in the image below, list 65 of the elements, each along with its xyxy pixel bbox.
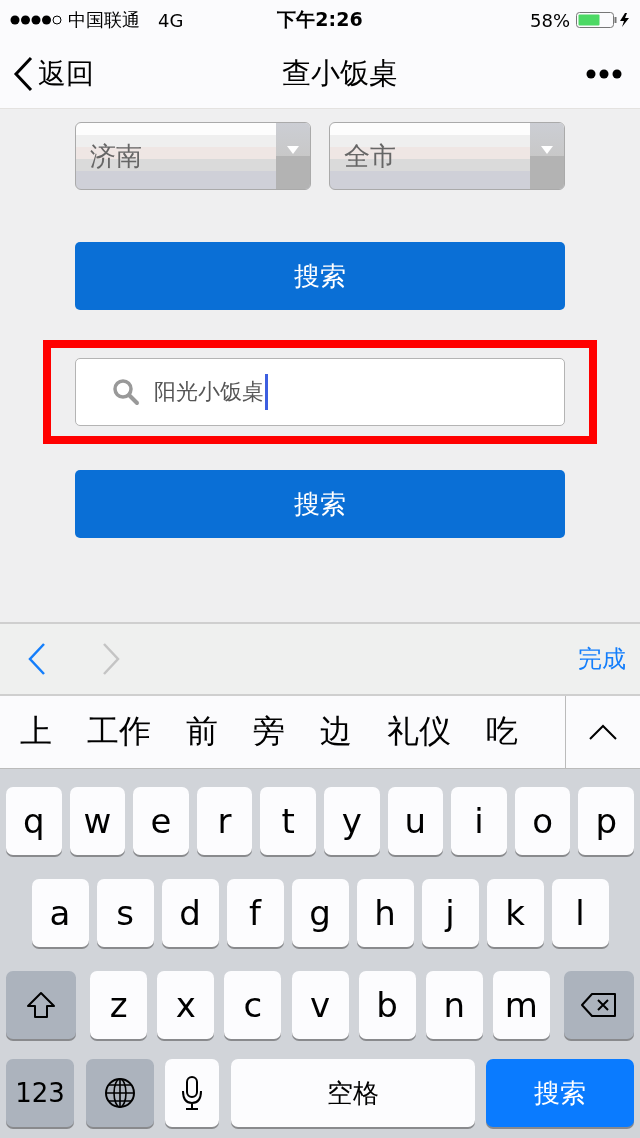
next-field-icon[interactable]	[100, 642, 122, 676]
letter-key[interactable]: i	[451, 787, 507, 855]
dictation-key[interactable]	[165, 1059, 219, 1127]
microphone-icon	[181, 1075, 203, 1111]
letter-key[interactable]: j	[421, 879, 479, 947]
letter-key[interactable]: n	[425, 971, 483, 1039]
candidate-word[interactable]: 上	[20, 710, 52, 754]
chevron-left-icon	[12, 56, 34, 92]
letter-key[interactable]: g	[291, 879, 349, 947]
letter-key[interactable]: f	[226, 879, 284, 947]
letter-key[interactable]: p	[578, 787, 634, 855]
backspace-icon	[580, 992, 618, 1018]
letter-key[interactable]: l	[551, 879, 609, 947]
battery-percent: 58%	[530, 9, 570, 31]
candidate-word[interactable]: 礼仪	[387, 710, 451, 754]
letter-key[interactable]: b	[358, 971, 416, 1039]
candidate-word[interactable]: 前	[186, 710, 218, 754]
search-key[interactable]: 搜索	[486, 1059, 634, 1127]
previous-field-icon[interactable]	[26, 642, 48, 676]
letter-key[interactable]: u	[387, 787, 444, 855]
back-button[interactable]: 返回	[12, 55, 94, 93]
letter-key[interactable]: x	[157, 971, 215, 1039]
page-title: 查小饭桌	[282, 55, 398, 92]
shift-icon	[26, 991, 56, 1019]
letter-key[interactable]: w	[69, 787, 126, 855]
delete-key[interactable]	[564, 971, 634, 1039]
globe-icon	[103, 1077, 136, 1109]
search-button[interactable]: 搜索	[75, 470, 565, 538]
letter-key[interactable]: h	[356, 879, 414, 947]
numbers-key[interactable]: 123	[6, 1059, 74, 1127]
battery-icon	[576, 12, 632, 28]
letter-key[interactable]: r	[196, 787, 253, 855]
candidate-word[interactable]: 吃	[486, 710, 518, 754]
letter-key[interactable]: s	[96, 879, 154, 947]
letter-key[interactable]: z	[90, 971, 148, 1039]
letter-key[interactable]: y	[324, 787, 380, 855]
letter-key[interactable]: a	[31, 879, 89, 947]
candidate-word[interactable]: 边	[320, 710, 352, 754]
letter-key[interactable]: k	[486, 879, 544, 947]
letter-key[interactable]: v	[291, 971, 349, 1039]
letter-key[interactable]: t	[260, 787, 316, 855]
globe-key[interactable]	[85, 1059, 154, 1127]
dropdown-arrow-icon	[540, 145, 554, 155]
search-button[interactable]: 搜索	[75, 242, 565, 310]
dropdown-select[interactable]: 济南	[75, 122, 311, 190]
shift-key[interactable]	[6, 971, 76, 1039]
search-field[interactable]: 阳光小饭桌	[75, 358, 565, 426]
network-type: 4G	[158, 9, 184, 31]
status-time: 下午2:26	[277, 7, 363, 32]
letter-key[interactable]: m	[492, 971, 550, 1039]
dropdown-arrow-icon	[286, 145, 300, 155]
letter-key[interactable]: c	[224, 971, 282, 1039]
candidate-word[interactable]: 旁	[253, 710, 285, 754]
letter-key[interactable]: d	[161, 879, 219, 947]
more-icon[interactable]	[586, 69, 622, 79]
candidate-word[interactable]: 工作	[87, 710, 151, 754]
search-icon	[112, 378, 140, 406]
letter-key[interactable]: e	[133, 787, 189, 855]
chevron-up-icon	[588, 723, 618, 741]
signal-icon	[10, 14, 62, 26]
letter-key[interactable]: q	[6, 787, 62, 855]
dropdown-select[interactable]: 全市	[329, 122, 565, 190]
carrier-name: 中国联通	[68, 8, 140, 32]
space-key[interactable]: 空格	[230, 1059, 475, 1127]
letter-key[interactable]: o	[514, 787, 571, 855]
